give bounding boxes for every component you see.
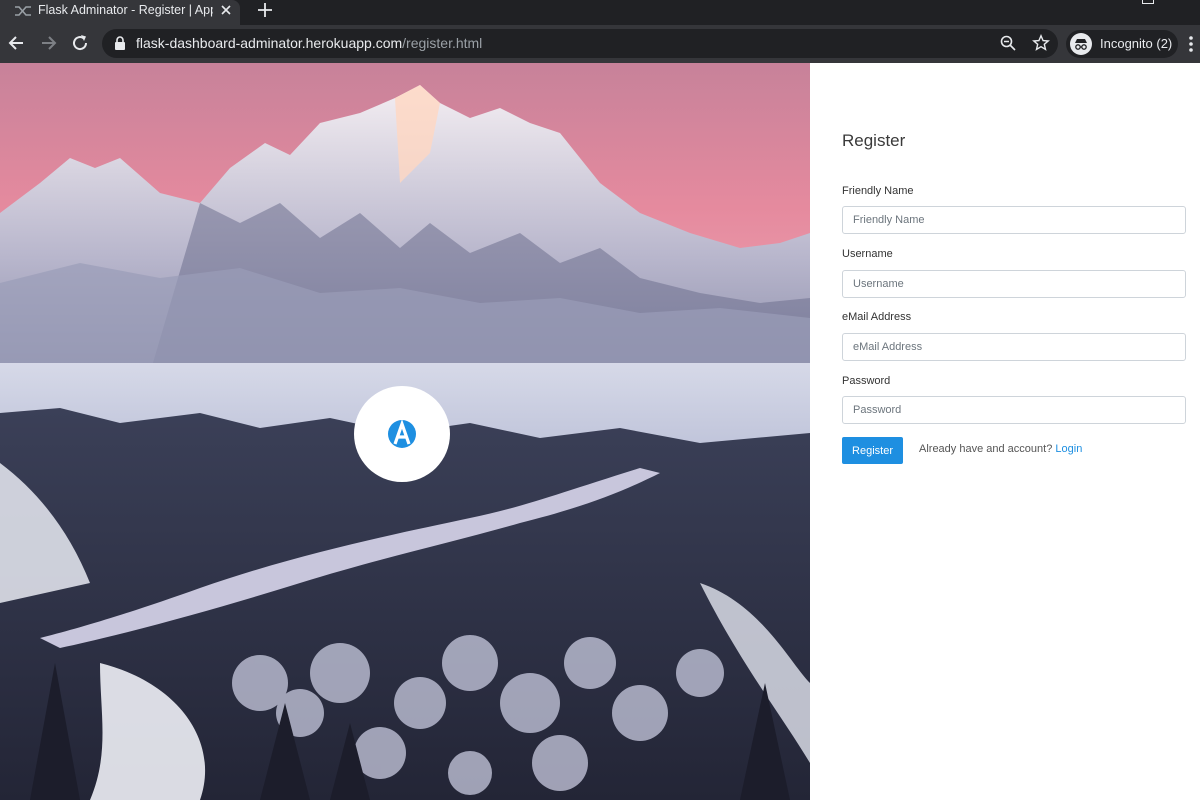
- restore-window-icon[interactable]: [1142, 0, 1154, 4]
- close-icon[interactable]: [219, 3, 233, 17]
- register-button[interactable]: Register: [842, 437, 903, 464]
- incognito-icon: [1070, 33, 1092, 55]
- reload-icon[interactable]: [70, 33, 90, 53]
- login-prompt-text: Already have and account?: [919, 443, 1053, 455]
- hero-background-image: [0, 63, 810, 800]
- register-panel: Register Friendly Name Username eMail Ad…: [810, 63, 1200, 800]
- username-input[interactable]: [842, 270, 1186, 298]
- incognito-label: Incognito (2): [1100, 36, 1173, 51]
- zoom-icon[interactable]: [999, 34, 1017, 52]
- password-label: Password: [842, 375, 891, 387]
- browser-tabstrip: Flask Adminator - Register | AppSeed: [0, 0, 1200, 25]
- username-label: Username: [842, 248, 893, 260]
- forward-arrow-icon[interactable]: [38, 33, 58, 53]
- star-icon[interactable]: [1032, 34, 1050, 52]
- friendly-name-label: Friendly Name: [842, 185, 914, 197]
- adminator-logo-icon: [388, 419, 416, 448]
- tab-favicon-icon: [15, 6, 31, 16]
- url-host: flask-dashboard-adminator.herokuapp.com: [136, 35, 403, 51]
- login-prompt: Already have and account? Login: [919, 443, 1082, 455]
- url-path: /register.html: [402, 35, 483, 51]
- kebab-menu-icon[interactable]: [1188, 34, 1194, 54]
- page-title: Register: [842, 131, 906, 150]
- friendly-name-input[interactable]: [842, 206, 1186, 234]
- brand-logo: [354, 386, 450, 482]
- url-text: flask-dashboard-adminator.herokuapp.com/…: [136, 35, 482, 52]
- browser-tab[interactable]: Flask Adminator - Register | AppSeed: [0, 0, 240, 25]
- back-arrow-icon[interactable]: [7, 33, 27, 53]
- email-label: eMail Address: [842, 311, 912, 323]
- lock-icon[interactable]: [114, 36, 126, 50]
- address-bar[interactable]: flask-dashboard-adminator.herokuapp.com/…: [102, 29, 1058, 58]
- incognito-profile-button[interactable]: Incognito (2): [1066, 30, 1178, 58]
- plus-icon[interactable]: [256, 1, 274, 19]
- email-input[interactable]: [842, 333, 1186, 361]
- tab-title: Flask Adminator - Register | AppSeed: [38, 3, 213, 17]
- login-link[interactable]: Login: [1055, 443, 1082, 455]
- browser-toolbar: flask-dashboard-adminator.herokuapp.com/…: [0, 25, 1200, 63]
- password-input[interactable]: [842, 396, 1186, 424]
